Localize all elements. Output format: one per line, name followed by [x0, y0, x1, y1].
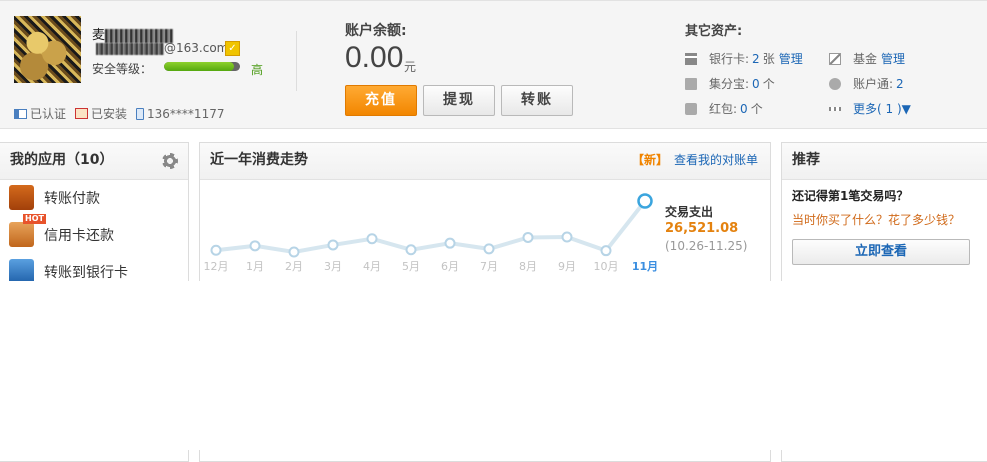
asset-bank-card: 银行卡: 2 张管理: [685, 50, 803, 67]
recommend-title: 推荐: [782, 143, 987, 180]
view-bill-link[interactable]: 查看我的对账单: [674, 153, 758, 167]
data-point-2月[interactable]: [288, 246, 300, 258]
security-level[interactable]: 高: [251, 61, 263, 78]
asset-fund: 基金 管理: [829, 50, 905, 67]
balance-amount: 0.00: [345, 41, 404, 74]
bill-link-area: 【新】 查看我的对账单: [632, 143, 758, 178]
id-card-icon: [14, 108, 27, 119]
data-point-3月[interactable]: [327, 239, 339, 251]
data-point-11月[interactable]: [637, 193, 653, 209]
month-label[interactable]: 1月: [246, 260, 264, 273]
balance-unit: 元: [404, 60, 417, 74]
spending-trend-title: 近一年消费走势 【新】 查看我的对账单: [200, 143, 770, 180]
avatar[interactable]: [14, 16, 81, 83]
trend-detail-label: 交易支出: [665, 205, 714, 219]
data-point-7月[interactable]: [483, 243, 495, 255]
asset-jifenbao: 集分宝: 0 个: [685, 75, 775, 92]
masked-email: [96, 42, 164, 55]
status-verified[interactable]: 已认证: [14, 105, 66, 122]
recommend-question: 还记得第1笔交易吗？: [792, 189, 909, 203]
trend-detail-period: (10.26-11.25): [665, 239, 748, 253]
credit-card-icon: HOT: [9, 214, 46, 247]
transfer-icon: [9, 185, 34, 210]
withdraw-button[interactable]: 提现: [423, 85, 495, 116]
other-assets-title: 其它资产:: [685, 24, 743, 39]
asset-more: 更多( 1 )▼: [829, 100, 911, 117]
security-progress-bar: [164, 62, 240, 71]
data-point-8月[interactable]: [522, 231, 534, 243]
data-point-1月[interactable]: [249, 240, 261, 252]
month-label[interactable]: 7月: [480, 260, 498, 273]
bank-card-icon: [685, 52, 697, 65]
red-packet-icon: [685, 102, 697, 115]
fund-manage-link[interactable]: 管理: [881, 50, 905, 67]
phone-icon: [136, 107, 145, 120]
user-email: @163.com: [96, 41, 228, 55]
security-label: 安全等级：: [92, 62, 153, 76]
recharge-button[interactable]: 充值: [345, 85, 417, 116]
asset-zhanghutong: 账户通: 2: [829, 75, 907, 92]
data-point-10月[interactable]: [600, 245, 612, 257]
month-label[interactable]: 4月: [363, 260, 381, 273]
more-assets-link[interactable]: 更多( 1 )▼: [853, 100, 911, 117]
month-label[interactable]: 6月: [441, 260, 459, 273]
bank-card-manage-link[interactable]: 管理: [779, 50, 803, 67]
month-label[interactable]: 10月: [594, 260, 619, 273]
app-credit-card-repay[interactable]: HOT 信用卡还款: [9, 214, 114, 247]
spending-line-chart: 12月 1月 2月 3月 4月 5月 6月 7月 8月 9月 10月 11月: [204, 193, 658, 273]
my-apps-title: 我的应用（10）: [0, 143, 188, 180]
data-point-6月[interactable]: [444, 237, 456, 249]
trend-detail-amount: 26,521.08: [665, 221, 739, 236]
new-tag: 【新】: [631, 153, 668, 167]
more-icon: [829, 106, 841, 111]
month-label[interactable]: 12月: [204, 260, 229, 273]
jifenbao-icon: [685, 77, 697, 90]
app-transfer[interactable]: 转账付款: [9, 185, 100, 210]
month-label[interactable]: 11月: [632, 260, 658, 273]
transfer-button[interactable]: 转账: [501, 85, 573, 116]
data-point-9月[interactable]: [561, 231, 573, 243]
view-now-button[interactable]: 立即查看: [792, 239, 970, 265]
security-progress-fill: [164, 62, 234, 71]
status-certificate[interactable]: 已安装: [75, 105, 127, 122]
data-point-5月[interactable]: [405, 244, 417, 256]
divider: [296, 31, 297, 91]
account-link-icon: [829, 77, 841, 90]
month-label[interactable]: 3月: [324, 260, 342, 273]
month-label[interactable]: 5月: [402, 260, 420, 273]
data-point-12月[interactable]: [210, 244, 222, 256]
certificate-icon: [75, 108, 89, 119]
balance-label: 账户余额:: [345, 23, 407, 39]
hot-badge: HOT: [23, 214, 46, 224]
data-point-4月[interactable]: [366, 233, 378, 245]
vip-badge-icon[interactable]: ✓: [225, 41, 240, 56]
month-label[interactable]: 9月: [558, 260, 576, 273]
status-phone[interactable]: 136****1177: [136, 107, 224, 121]
trend-line: [215, 199, 647, 255]
gear-icon[interactable]: [162, 153, 178, 169]
fund-chart-icon: [829, 52, 841, 65]
recommend-subtitle: 当时你买了什么？花了多少钱？: [792, 213, 961, 227]
month-label[interactable]: 2月: [285, 260, 303, 273]
asset-hongbao: 红包: 0 个: [685, 100, 763, 117]
month-label[interactable]: 8月: [519, 260, 537, 273]
verification-status: 已认证 已安装 136****1177: [14, 105, 224, 122]
account-header: 麦 @163.com ✓ 安全等级： 高 已认证 已安装 136****1177…: [0, 0, 987, 129]
empty-area: [0, 281, 987, 450]
